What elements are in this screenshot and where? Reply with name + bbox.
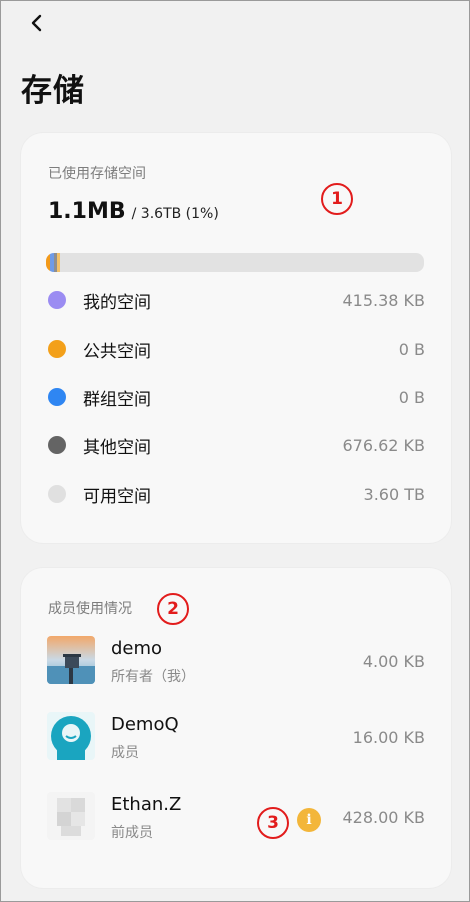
legend-value: 676.62 KB <box>342 435 425 455</box>
members-section-label: 成员使用情况 <box>48 601 132 617</box>
member-name: Ethan.Z <box>111 794 182 815</box>
legend-item-group-space: 群组空间 0 B <box>48 385 425 410</box>
member-usage-card: 成员使用情况 demo 所有者（我） 4.00 KB DemoQ 成员 16.0… <box>21 568 451 888</box>
legend-item-available-space: 可用空间 3.60 TB <box>48 482 425 507</box>
info-icon[interactable]: i <box>297 808 321 832</box>
page-title: 存储 <box>21 73 85 109</box>
member-name: DemoQ <box>111 714 179 735</box>
legend-dot <box>48 388 66 406</box>
legend-item-my-space: 我的空间 415.38 KB <box>48 288 425 313</box>
member-usage: 428.00 KB <box>342 808 425 827</box>
used-value: 1.1MB <box>48 199 126 224</box>
legend-value: 0 B <box>398 339 425 359</box>
member-usage: 4.00 KB <box>362 652 425 671</box>
legend-value: 0 B <box>398 387 425 407</box>
storage-page: 存储 已使用存储空间 1.1MB / 3.6TB (1%) 我的空间 415.3… <box>1 1 469 901</box>
member-usage: 16.00 KB <box>352 728 425 747</box>
landscape-avatar <box>47 636 95 684</box>
teal-user-avatar <box>47 712 95 760</box>
back-button[interactable] <box>23 9 51 37</box>
legend-value: 415.38 KB <box>342 290 425 310</box>
legend-item-other-space: 其他空间 676.62 KB <box>48 433 425 458</box>
legend-dot <box>48 436 66 454</box>
progress-segment <box>57 253 60 272</box>
legend-label: 可用空间 <box>83 486 151 507</box>
used-summary: 1.1MB / 3.6TB (1%) <box>48 199 219 224</box>
legend-value: 3.60 TB <box>363 484 425 504</box>
member-role: 前成员 <box>111 825 153 841</box>
annotation-marker-1: 1 <box>321 183 353 215</box>
member-row[interactable]: DemoQ 成员 16.00 KB <box>47 712 425 768</box>
annotation-marker-3: 3 <box>257 807 289 839</box>
storage-usage-card: 已使用存储空间 1.1MB / 3.6TB (1%) 我的空间 415.38 K… <box>21 133 451 543</box>
storage-section-label: 已使用存储空间 <box>48 166 146 182</box>
legend-label: 群组空间 <box>83 389 151 410</box>
member-row[interactable]: Ethan.Z 前成员 i 428.00 KB <box>47 792 425 848</box>
legend-dot <box>48 291 66 309</box>
legend-item-public-space: 公共空间 0 B <box>48 337 425 362</box>
legend-dot <box>48 485 66 503</box>
member-name: demo <box>111 638 163 659</box>
legend-dot <box>48 340 66 358</box>
storage-progress-bar <box>46 253 424 272</box>
legend-label: 其他空间 <box>83 437 151 458</box>
back-arrow-icon <box>31 14 42 32</box>
member-role: 成员 <box>111 745 139 761</box>
member-row[interactable]: demo 所有者（我） 4.00 KB <box>47 636 425 692</box>
annotation-marker-2: 2 <box>157 593 189 625</box>
member-role: 所有者（我） <box>111 669 195 685</box>
total-capacity: / 3.6TB (1%) <box>131 206 219 222</box>
blurred-avatar <box>47 792 95 840</box>
legend-label: 我的空间 <box>83 292 151 313</box>
legend-label: 公共空间 <box>83 341 151 362</box>
